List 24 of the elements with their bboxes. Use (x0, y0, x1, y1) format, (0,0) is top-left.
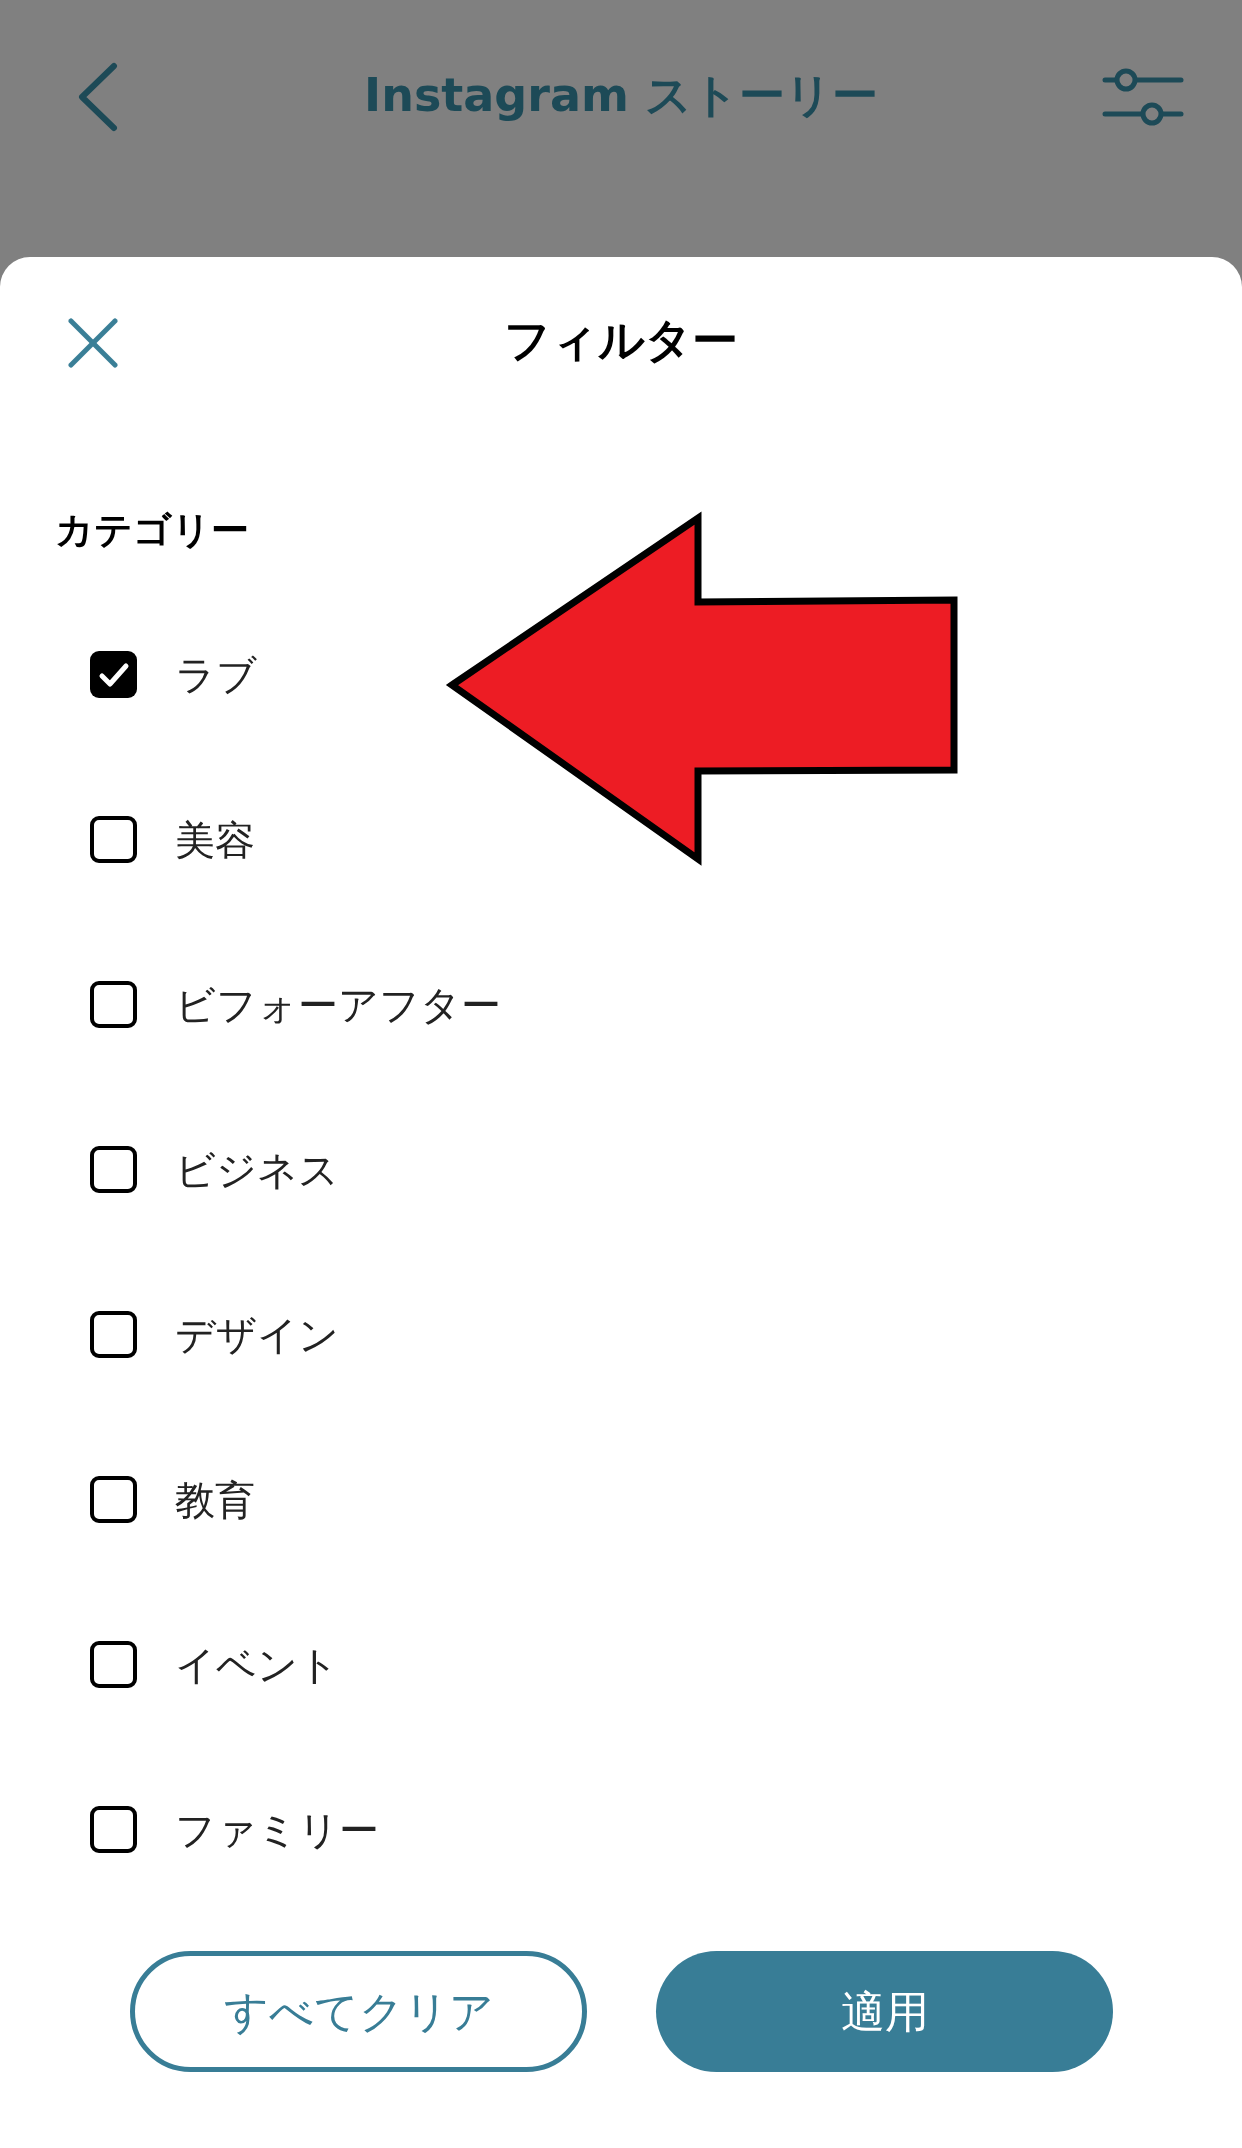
checkbox[interactable] (90, 651, 137, 698)
sheet-title: フィルター (504, 311, 738, 369)
checkbox[interactable] (90, 1806, 137, 1853)
category-label: ファミリー (175, 1805, 379, 1855)
clear-all-button[interactable]: すべてクリア (130, 1951, 587, 2072)
screen-title: Instagram ストーリー (364, 67, 878, 124)
category-label: 美容 (175, 815, 255, 865)
back-icon[interactable] (76, 62, 120, 132)
sliders-icon[interactable] (1102, 66, 1184, 128)
category-label: 教育 (175, 1475, 255, 1525)
checkbox[interactable] (90, 1311, 137, 1358)
category-label: デザイン (175, 1310, 339, 1360)
category-label: ビフォーアフター (175, 980, 501, 1030)
checkbox[interactable] (90, 1641, 137, 1688)
apply-button[interactable]: 適用 (656, 1951, 1113, 2072)
checkbox[interactable] (90, 981, 137, 1028)
category-label: ビジネス (175, 1145, 339, 1195)
close-icon[interactable] (68, 318, 118, 368)
checkbox[interactable] (90, 816, 137, 863)
section-heading: カテゴリー (55, 508, 249, 552)
checkbox[interactable] (90, 1476, 137, 1523)
category-label: イベント (175, 1640, 339, 1690)
category-label: ラブ (175, 650, 257, 700)
checkbox[interactable] (90, 1146, 137, 1193)
